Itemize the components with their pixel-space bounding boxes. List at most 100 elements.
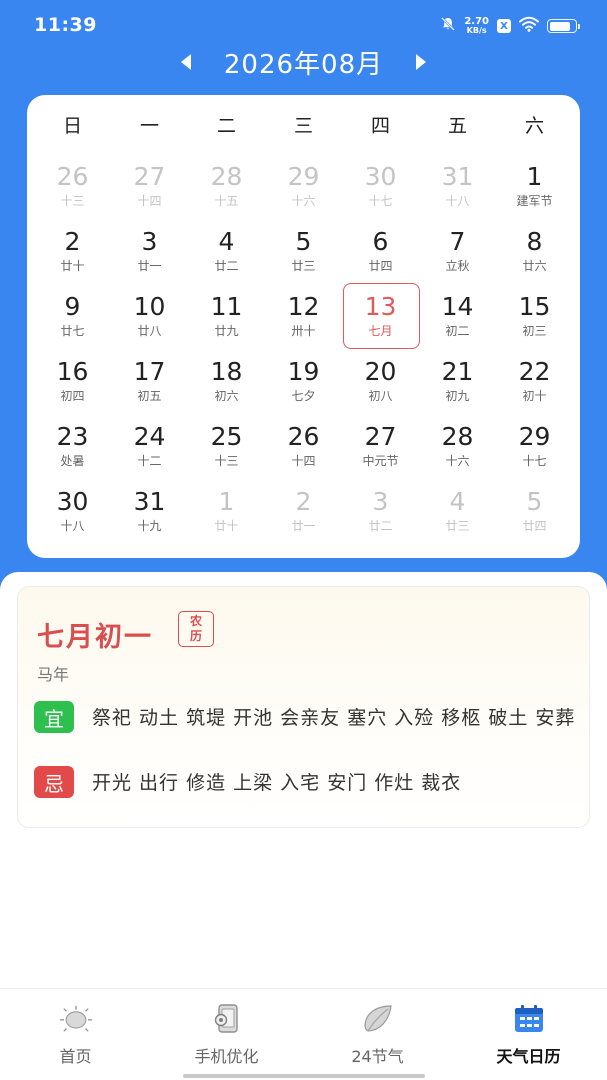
day-lunar-label: 立秋 (445, 259, 470, 273)
day-lunar-label: 廿四 (368, 259, 393, 273)
day-cell[interactable]: 28 十六 (419, 407, 496, 472)
day-cell[interactable]: 24 十二 (111, 407, 188, 472)
day-cell[interactable]: 9 廿七 (34, 277, 111, 342)
day-cell[interactable]: 30 十八 (34, 472, 111, 537)
day-number: 27 (364, 422, 397, 451)
next-month-button[interactable] (401, 42, 441, 82)
day-cell[interactable]: 19 七夕 (265, 342, 342, 407)
day-cell[interactable]: 7 立秋 (419, 212, 496, 277)
calendar-icon (511, 1003, 547, 1035)
ji-text: 开光 出行 修造 上梁 入宅 安门 作灶 裁衣 (92, 772, 462, 794)
stamp-line: 农 (189, 614, 202, 628)
day-cell[interactable]: 21 初九 (419, 342, 496, 407)
day-cell[interactable]: 14 初二 (419, 277, 496, 342)
day-lunar-label: 廿六 (522, 259, 547, 273)
day-cell[interactable]: 4 廿二 (188, 212, 265, 277)
day-lunar-label: 十七 (368, 194, 393, 208)
weekday-header: 日 一 二 三 四 五 六 (34, 111, 573, 138)
lunar-date: 七月初一 (37, 622, 153, 653)
day-number: 22 (518, 357, 551, 386)
nav-item-solar-terms[interactable]: 24节气 (302, 989, 453, 1073)
day-cell[interactable]: 8 廿六 (496, 212, 573, 277)
day-cell[interactable]: 30 十七 (342, 147, 419, 212)
day-lunar-label: 廿二 (368, 519, 393, 533)
day-cell[interactable]: 1 建军节 (496, 147, 573, 212)
day-cell[interactable]: 22 初十 (496, 342, 573, 407)
day-cell[interactable]: 6 廿四 (342, 212, 419, 277)
phone-gear-icon (209, 1003, 245, 1035)
day-number: 2 (64, 227, 81, 256)
day-cell[interactable]: 16 初四 (34, 342, 111, 407)
day-cell[interactable]: 5 廿四 (496, 472, 573, 537)
weekday-label: 五 (447, 115, 467, 137)
day-number: 9 (64, 292, 81, 321)
day-cell[interactable]: 17 初五 (111, 342, 188, 407)
nav-item-home[interactable]: 首页 (0, 989, 151, 1073)
net-speed: 2.70 KB/s (464, 17, 489, 35)
day-cell[interactable]: 18 初六 (188, 342, 265, 407)
day-cell[interactable]: 27 中元节 (342, 407, 419, 472)
day-number: 14 (441, 292, 474, 321)
day-lunar-label: 十九 (137, 519, 162, 533)
day-cell[interactable]: 29 十七 (496, 407, 573, 472)
day-number: 18 (210, 357, 243, 386)
ji-badge: 忌 (34, 766, 74, 798)
day-cell[interactable]: 3 廿一 (111, 212, 188, 277)
sun-icon (58, 1003, 94, 1035)
day-lunar-label: 廿三 (445, 519, 470, 533)
day-number: 24 (133, 422, 166, 451)
nav-item-weather-calendar[interactable]: 天气日历 (453, 989, 604, 1073)
nav-label: 手机优化 (194, 1047, 259, 1066)
day-cell[interactable]: 31 十九 (111, 472, 188, 537)
day-cell-selected[interactable]: 13 七月 (342, 277, 420, 349)
day-cell[interactable]: 20 初八 (342, 342, 419, 407)
day-cell[interactable]: 2 廿一 (265, 472, 342, 537)
day-cell[interactable]: 11 廿九 (188, 277, 265, 342)
nav-item-phone-optimize[interactable]: 手机优化 (151, 989, 302, 1073)
day-lunar-label: 十八 (445, 194, 470, 208)
status-icons: 2.70 KB/s X (440, 16, 580, 36)
day-lunar-label: 处暑 (60, 454, 85, 468)
day-cell[interactable]: 10 廿八 (111, 277, 188, 342)
day-number: 1 (526, 162, 543, 191)
month-nav: 2026年08月 (0, 40, 607, 84)
day-cell[interactable]: 12 卅十 (265, 277, 342, 342)
day-number: 31 (133, 487, 166, 516)
day-lunar-label: 十五 (214, 194, 239, 208)
leaf-icon (360, 1003, 396, 1035)
day-cell[interactable]: 4 廿三 (419, 472, 496, 537)
day-lunar-label: 廿二 (214, 259, 239, 273)
day-lunar-label: 七月 (368, 324, 393, 338)
stamp-line: 历 (189, 629, 202, 643)
yi-row: 宜 祭祀 动土 筑堤 开池 会亲友 塞穴 入殓 移柩 破土 安葬 (34, 701, 580, 733)
status-time: 11:39 (34, 14, 97, 36)
day-cell[interactable]: 2 廿十 (34, 212, 111, 277)
day-number: 8 (526, 227, 543, 256)
day-cell[interactable]: 28 十五 (188, 147, 265, 212)
day-cell[interactable]: 26 十四 (265, 407, 342, 472)
prev-month-button[interactable] (166, 42, 206, 82)
day-number: 17 (133, 357, 166, 386)
lunar-stamp: 农 历 (178, 611, 214, 647)
day-lunar-label: 初二 (445, 324, 470, 338)
weekday-label: 二 (216, 115, 236, 137)
day-number: 10 (133, 292, 166, 321)
day-lunar-label: 廿八 (137, 324, 162, 338)
day-cell[interactable]: 25 十三 (188, 407, 265, 472)
day-cell[interactable]: 15 初三 (496, 277, 573, 342)
month-title[interactable]: 2026年08月 (224, 44, 383, 81)
day-number: 28 (441, 422, 474, 451)
day-cell[interactable]: 27 十四 (111, 147, 188, 212)
day-cell[interactable]: 3 廿二 (342, 472, 419, 537)
day-number: 19 (287, 357, 320, 386)
day-cell[interactable]: 5 廿三 (265, 212, 342, 277)
day-cell[interactable]: 1 廿十 (188, 472, 265, 537)
day-lunar-label: 十七 (522, 454, 547, 468)
day-cell[interactable]: 23 处暑 (34, 407, 111, 472)
day-cell[interactable]: 26 十三 (34, 147, 111, 212)
day-cell[interactable]: 29 十六 (265, 147, 342, 212)
day-lunar-label: 初六 (214, 389, 239, 403)
day-cell[interactable]: 31 十八 (419, 147, 496, 212)
nav-label: 首页 (59, 1047, 92, 1066)
day-number: 1 (218, 487, 235, 516)
